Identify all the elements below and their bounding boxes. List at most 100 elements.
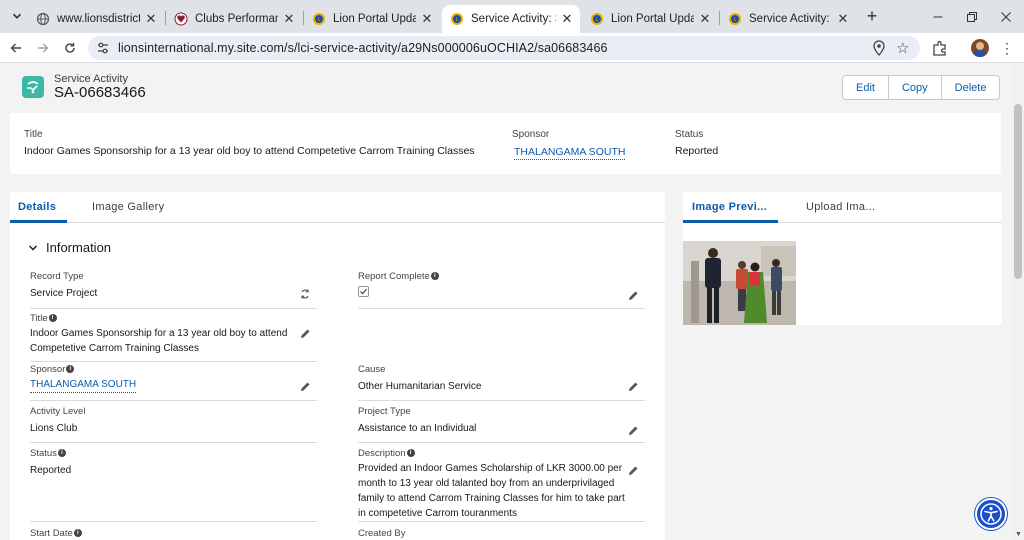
scrollbar-thumb[interactable] (1014, 104, 1022, 279)
scroll-down-arrow-icon[interactable]: ▼ (1015, 531, 1022, 538)
browser-menu-icon[interactable]: ⋮ (1000, 41, 1014, 55)
browser-tab-3[interactable]: L Lion Portal Updates | ✕ (304, 5, 440, 33)
information-section-header[interactable]: Information (28, 240, 111, 255)
copy-button[interactable]: Copy (887, 76, 941, 99)
close-tab-icon[interactable]: ✕ (560, 11, 574, 26)
info-icon[interactable]: i (430, 272, 439, 280)
tab-image-gallery[interactable]: Image Gallery (92, 201, 164, 213)
field-value: Reported (30, 465, 72, 476)
field-label-text: Status (30, 447, 57, 459)
tab-upload-image[interactable]: Upload Ima... (806, 201, 875, 213)
field-value: Provided an Indoor Games Scholarship of … (358, 463, 625, 519)
pencil-edit-icon[interactable] (628, 381, 639, 392)
details-tabs: Details Image Gallery (10, 192, 665, 223)
pencil-edit-icon[interactable] (628, 425, 639, 436)
info-icon[interactable]: i (48, 314, 57, 322)
tab-search-button[interactable] (7, 6, 27, 26)
bookmark-star-icon[interactable]: ☆ (896, 39, 909, 57)
field-label: Description i (358, 447, 645, 459)
pencil-edit-icon[interactable] (628, 290, 639, 301)
close-tab-icon[interactable]: ✕ (698, 11, 712, 26)
page-content: Service Activity SA-06683466 Edit Copy D… (0, 64, 1012, 540)
field-divider (30, 442, 317, 443)
page-scrollbar[interactable]: ▼ (1012, 64, 1024, 540)
lions-logo-icon: L (451, 13, 463, 25)
field-label: Status i (30, 447, 317, 459)
browser-tab-title: Service Activity: SA-0 (749, 13, 832, 25)
field-label: Title i (30, 312, 317, 324)
browser-tab-title: Lion Portal Updates | (611, 13, 694, 25)
browser-tab-1[interactable]: www.lionsdistrict306 ✕ (28, 5, 164, 33)
delete-button[interactable]: Delete (940, 76, 1000, 99)
change-record-type-icon[interactable] (299, 288, 311, 300)
field-divider (30, 400, 317, 401)
field-activity-level: Activity Level Lions Club (30, 405, 317, 443)
browser-tab-5[interactable]: L Lion Portal Updates | ✕ (582, 5, 718, 33)
field-label-text: Title (30, 312, 48, 324)
field-label-text: Activity Level (30, 405, 86, 417)
forward-button[interactable] (33, 38, 53, 58)
close-tab-icon[interactable]: ✕ (420, 11, 434, 26)
highlight-sponsor-link[interactable]: THALANGAMA SOUTH (514, 146, 626, 160)
close-icon (1001, 11, 1011, 22)
info-icon[interactable]: i (57, 449, 66, 457)
browser-tab-title: www.lionsdistrict306 (57, 13, 140, 25)
field-label: Created By (358, 527, 645, 539)
info-icon[interactable]: i (73, 529, 82, 537)
field-report-complete: Report Complete i (358, 270, 645, 309)
new-tab-button[interactable]: + (862, 6, 882, 26)
close-tab-icon[interactable]: ✕ (144, 11, 158, 26)
close-tab-icon[interactable]: ✕ (836, 11, 850, 26)
close-tab-icon[interactable]: ✕ (282, 11, 296, 26)
record-actions: Edit Copy Delete (842, 75, 1001, 100)
svg-text:L: L (734, 17, 737, 23)
tab-image-preview[interactable]: Image Previ... (692, 201, 767, 213)
close-window-button[interactable] (986, 0, 1024, 33)
browser-tab-title: Lion Portal Updates | (333, 13, 416, 25)
field-divider (358, 442, 645, 443)
field-label-text: Sponsor (30, 363, 66, 375)
pencil-edit-icon[interactable] (300, 328, 311, 339)
pencil-edit-icon[interactable] (628, 465, 639, 476)
highlight-sponsor-label: Sponsor (512, 129, 550, 140)
location-pin-icon[interactable] (872, 40, 886, 56)
lions-logo-icon: L (313, 13, 325, 25)
svg-text:L: L (456, 17, 459, 23)
activity-photo[interactable] (683, 241, 796, 325)
highlight-status-label: Status (675, 129, 704, 140)
browser-tab-2[interactable]: Clubs Performance E ✕ (166, 5, 302, 33)
chevron-down-icon (12, 13, 22, 19)
field-value: Lions Club (30, 423, 78, 434)
url-text[interactable]: lionsinternational.my.site.com/s/lci-ser… (118, 41, 608, 55)
edit-button[interactable]: Edit (843, 76, 888, 99)
accessibility-icon (980, 503, 1002, 525)
back-button[interactable] (6, 38, 26, 58)
active-tab-indicator (683, 220, 778, 223)
field-label: Start Date i (30, 527, 317, 539)
svg-text:L: L (596, 17, 599, 23)
extensions-puzzle-icon[interactable] (932, 40, 948, 56)
browser-toolbar: lionsinternational.my.site.com/s/lci-ser… (0, 33, 1024, 63)
field-value: Indoor Games Sponsorship for a 13 year o… (30, 328, 288, 354)
field-divider (358, 308, 645, 309)
browser-tab-4-active[interactable]: L Service Activity: SA-0 ✕ (442, 5, 580, 33)
sponsor-link[interactable]: THALANGAMA SOUTH (30, 379, 137, 393)
info-icon[interactable]: i (406, 449, 415, 457)
profile-avatar[interactable] (971, 39, 989, 57)
browser-tab-title: Clubs Performance E (195, 13, 278, 25)
tab-details[interactable]: Details (18, 201, 56, 213)
browser-tab-6[interactable]: L Service Activity: SA-0 ✕ (720, 5, 856, 33)
field-project-type: Project Type Assistance to an Individual (358, 405, 645, 443)
pencil-edit-icon[interactable] (300, 381, 311, 392)
lions-logo-icon: L (591, 13, 603, 25)
chevron-down-icon (29, 245, 37, 250)
field-label-text: Record Type (30, 270, 84, 282)
accessibility-button[interactable] (975, 498, 1007, 530)
address-bar[interactable]: lionsinternational.my.site.com/s/lci-ser… (88, 36, 920, 60)
site-settings-icon[interactable] (96, 41, 110, 55)
field-created-by: Created By (358, 527, 645, 540)
field-value: Assistance to an Individual (358, 423, 477, 434)
info-icon[interactable]: i (66, 365, 75, 373)
field-label-text: Start Date (30, 527, 73, 539)
reload-button[interactable] (60, 38, 80, 58)
